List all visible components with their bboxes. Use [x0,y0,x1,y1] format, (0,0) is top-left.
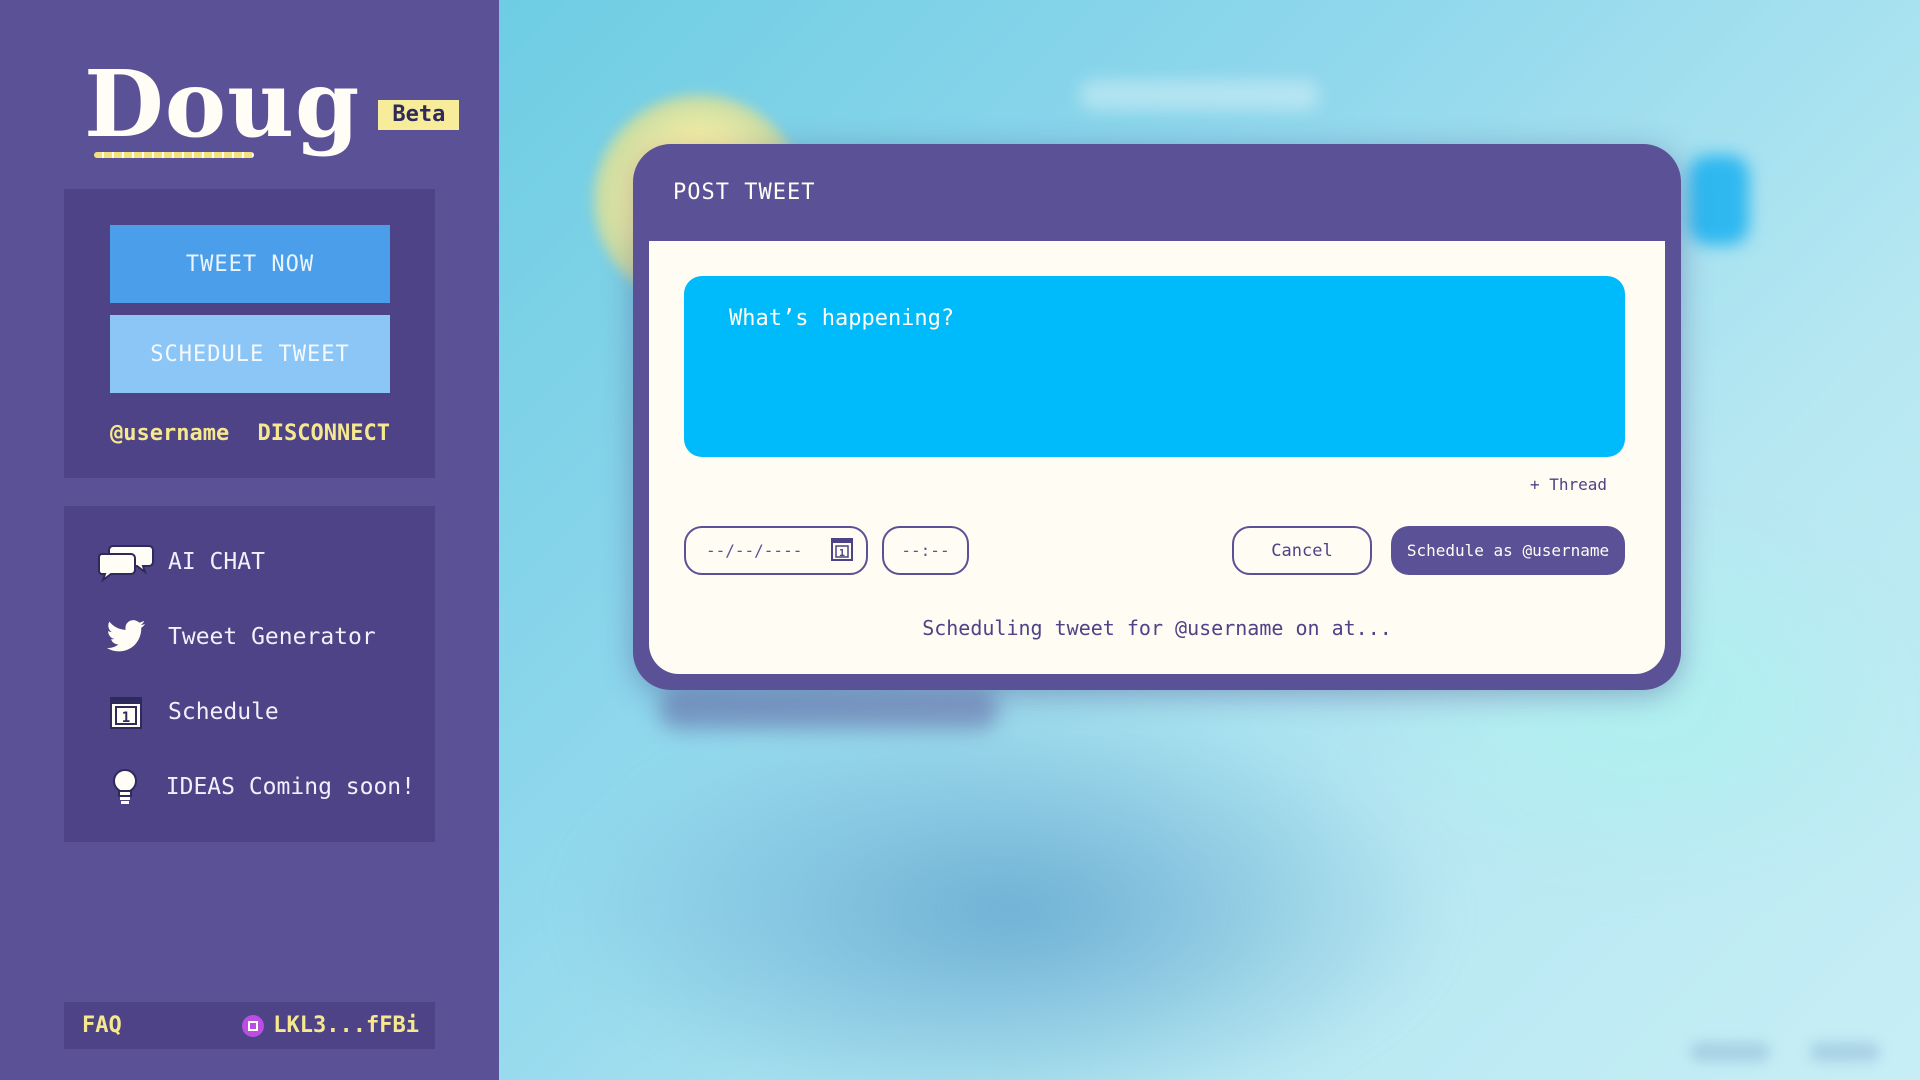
background-blur [1079,80,1319,110]
chat-bubbles-icon [94,542,158,582]
nav-label: IDEAS Coming soon! [165,774,415,800]
lightbulb-icon [94,767,156,807]
background-blur [1810,1042,1880,1062]
logo-underline [94,152,254,158]
twitter-bird-icon [94,619,158,655]
nav-item-tweet-generator[interactable]: Tweet Generator [94,609,415,665]
beta-badge: Beta [378,100,460,130]
background-blur [659,690,999,730]
time-input[interactable]: --:-- [882,526,969,575]
background-blur [1690,1042,1770,1062]
background-blur [1689,155,1749,245]
account-panel: TWEET NOW SCHEDULE TWEET @username DISCO… [64,189,435,478]
modal-title: POST TWEET [673,180,816,205]
nav-item-ai-chat[interactable]: AI CHAT [94,534,415,590]
faq-link[interactable]: FAQ [82,1013,122,1038]
modal-body: + Thread --/--/---- 1 --:-- Cancel Sched… [649,241,1665,674]
wallet-address[interactable]: LKL3...fFBi [242,1013,419,1038]
calendar-icon: 1 [94,694,158,730]
svg-text:1: 1 [122,710,130,726]
nav-item-ideas[interactable]: IDEAS Coming soon! [94,759,415,815]
wallet-icon [242,1014,265,1037]
time-placeholder: --:-- [901,541,950,560]
nav-item-schedule[interactable]: 1 Schedule [94,684,415,740]
calendar-icon[interactable]: 1 [830,536,854,566]
schedule-tweet-button[interactable]: SCHEDULE TWEET [110,315,390,393]
sidebar: Doug Beta TWEET NOW SCHEDULE TWEET @user… [0,0,499,1080]
add-thread-button[interactable]: + Thread [1530,475,1607,494]
tweet-now-button[interactable]: TWEET NOW [110,225,390,303]
disconnect-button[interactable]: DISCONNECT [258,421,390,446]
nav-label: AI CHAT [168,549,265,575]
scheduling-status: Scheduling tweet for @username on at... [922,616,1392,640]
brand-name: Doug [84,50,361,158]
nav-label: Tweet Generator [168,624,376,650]
date-input[interactable]: --/--/---- 1 [684,526,868,575]
svg-text:1: 1 [839,548,845,559]
logo-wordmark: Doug [84,58,360,158]
nav-label: Schedule [168,699,279,725]
background-blur [559,700,1459,1080]
wallet-label: LKL3...fFBi [273,1013,419,1038]
account-row: @username DISCONNECT [110,421,390,446]
cancel-button[interactable]: Cancel [1232,526,1372,575]
sidebar-footer: FAQ LKL3...fFBi [64,1002,435,1049]
date-placeholder: --/--/---- [706,541,803,560]
tweet-input[interactable] [684,276,1625,457]
nav-panel: AI CHAT Tweet Generator 1 Schedule IDEAS… [64,506,435,842]
username-link[interactable]: @username [110,421,229,446]
logo: Doug Beta [84,58,460,158]
schedule-as-button[interactable]: Schedule as @username [1391,526,1625,575]
post-tweet-modal: POST TWEET + Thread --/--/---- 1 --:-- C… [633,144,1681,690]
